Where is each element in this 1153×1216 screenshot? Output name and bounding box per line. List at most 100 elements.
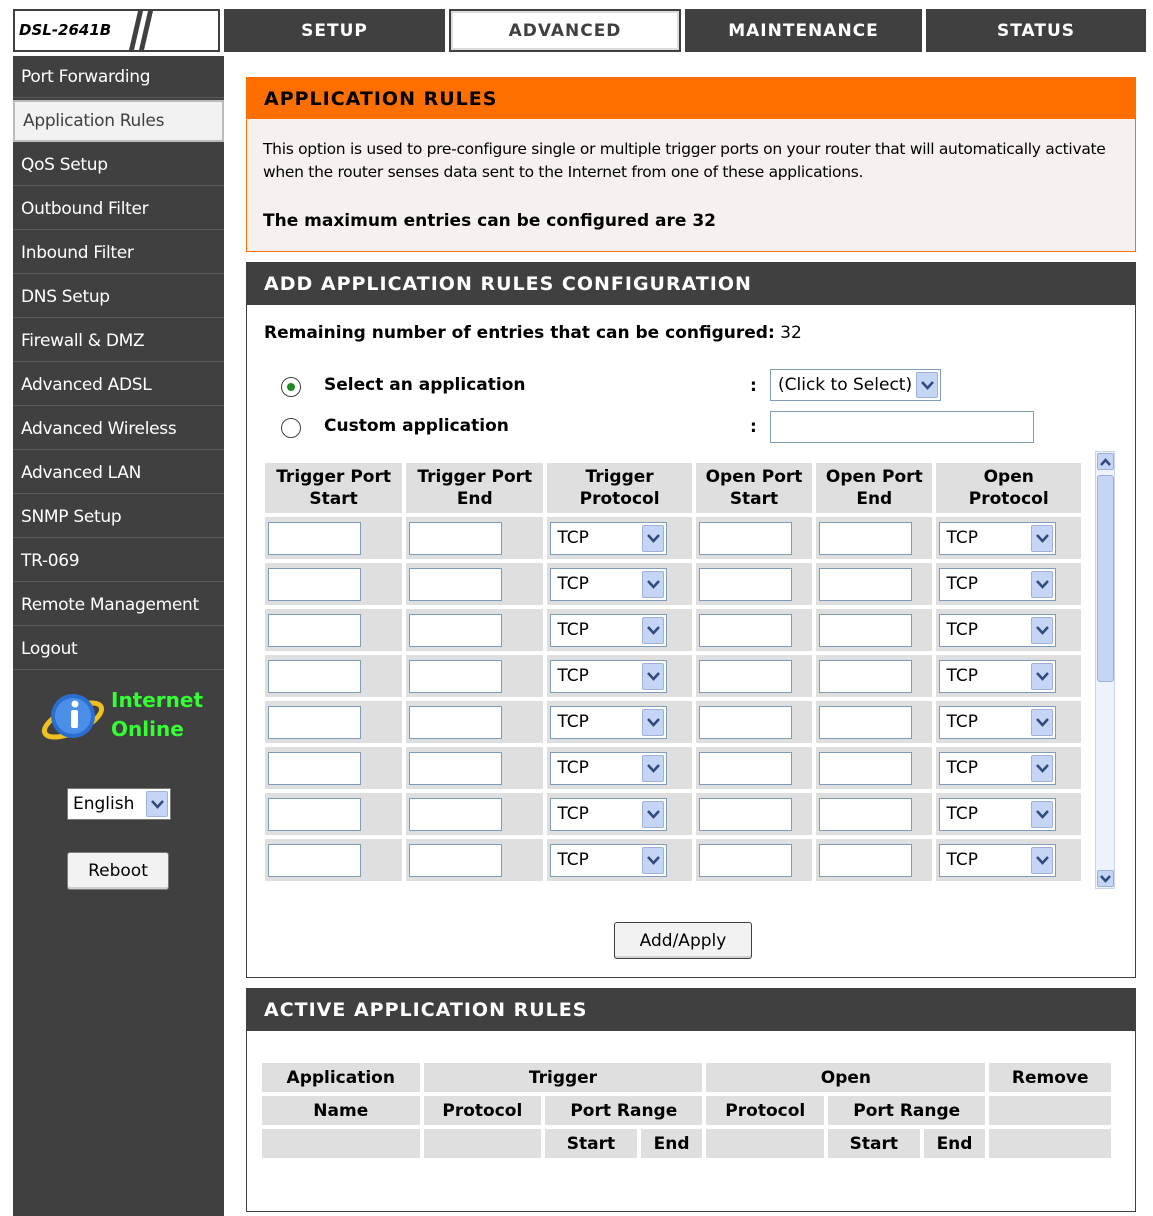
sidebar-item-advanced-lan[interactable]: Advanced LAN <box>13 452 224 494</box>
table-cell <box>265 793 403 835</box>
chevron-down-icon <box>1031 846 1054 874</box>
open-protocol-select[interactable]: TCP <box>939 797 1057 831</box>
scroll-down-icon[interactable] <box>1097 870 1114 887</box>
table-cell: TCP <box>547 701 692 743</box>
scroll-up-icon[interactable] <box>1097 453 1114 470</box>
trigger-protocol-select[interactable]: TCP <box>550 705 668 739</box>
sidebar-item-remote-management[interactable]: Remote Management <box>13 584 224 626</box>
open-port-end-input[interactable] <box>819 705 913 739</box>
table-cell <box>406 517 544 559</box>
table-cell: TCP <box>936 609 1081 651</box>
application-select[interactable]: (Click to Select) <box>770 369 941 401</box>
sidebar-item-inbound-filter[interactable]: Inbound Filter <box>13 232 224 274</box>
trigger-port-end-input[interactable] <box>409 797 503 831</box>
trigger-protocol-select[interactable]: TCP <box>550 751 668 785</box>
protocol-value: TCP <box>946 850 978 870</box>
internet-label: Internet <box>111 688 204 712</box>
open-port-end-input[interactable] <box>819 843 913 877</box>
trigger-protocol-select[interactable]: TCP <box>550 843 668 877</box>
trigger-port-end-input[interactable] <box>409 751 503 785</box>
trigger-protocol-select[interactable]: TCP <box>550 567 668 601</box>
trigger-port-end-input[interactable] <box>409 613 503 647</box>
add-apply-button[interactable]: Add/Apply <box>614 922 752 959</box>
table-cell: TCP <box>547 655 692 697</box>
header-line: Trigger Port <box>417 467 533 487</box>
sidebar-item-port-forwarding[interactable]: Port Forwarding <box>13 56 224 98</box>
trigger-port-start-input[interactable] <box>268 567 361 601</box>
open-port-end-input[interactable] <box>819 659 913 693</box>
sidebar-item-application-rules[interactable]: Application Rules <box>13 100 224 142</box>
trigger-port-start-input[interactable] <box>268 613 361 647</box>
sidebar-item-snmp-setup[interactable]: SNMP Setup <box>13 496 224 538</box>
trigger-port-start-input[interactable] <box>268 659 361 693</box>
open-protocol-select[interactable]: TCP <box>939 705 1057 739</box>
trigger-port-end-input[interactable] <box>409 659 503 693</box>
trigger-port-end-input[interactable] <box>409 705 503 739</box>
custom-application-label: Custom application <box>324 416 509 436</box>
open-port-start-input[interactable] <box>698 843 792 877</box>
table-cell <box>695 839 813 881</box>
open-port-end-input[interactable] <box>819 521 913 555</box>
trigger-port-end-input[interactable] <box>409 521 503 555</box>
trigger-protocol-select[interactable]: TCP <box>550 659 668 693</box>
reboot-button[interactable]: Reboot <box>67 852 169 890</box>
tab-setup[interactable]: SETUP <box>224 9 445 52</box>
open-protocol-select[interactable]: TCP <box>939 843 1057 877</box>
trigger-port-end-input[interactable] <box>409 567 503 601</box>
open-port-start-input[interactable] <box>698 567 792 601</box>
protocol-value: TCP <box>557 574 589 594</box>
custom-application-radio[interactable] <box>281 418 301 438</box>
custom-application-input[interactable] <box>770 411 1034 443</box>
tab-status[interactable]: STATUS <box>926 9 1146 52</box>
open-port-end-input[interactable] <box>819 567 913 601</box>
trigger-protocol-select[interactable]: TCP <box>550 797 668 831</box>
open-port-start-input[interactable] <box>698 705 792 739</box>
open-port-end-input[interactable] <box>819 751 913 785</box>
trigger-port-start-input[interactable] <box>268 843 361 877</box>
header-line: Open Port <box>825 467 923 487</box>
open-port-start-input[interactable] <box>698 613 792 647</box>
chevron-down-icon <box>642 662 665 690</box>
open-port-start-input[interactable] <box>698 521 792 555</box>
trigger-port-end-input[interactable] <box>409 843 503 877</box>
open-protocol-select[interactable]: TCP <box>939 659 1057 693</box>
open-protocol-select[interactable]: TCP <box>939 613 1057 647</box>
sidebar-item-qos-setup[interactable]: QoS Setup <box>13 144 224 186</box>
language-select[interactable]: English <box>67 788 171 820</box>
trigger-port-start-input[interactable] <box>268 521 361 555</box>
trigger-protocol-select[interactable]: TCP <box>550 521 668 555</box>
sidebar-item-advanced-wireless[interactable]: Advanced Wireless <box>13 408 224 450</box>
open-port-end-input[interactable] <box>819 613 913 647</box>
chevron-down-icon <box>1031 800 1054 828</box>
table-cell: TCP <box>936 701 1081 743</box>
trigger-port-start-input[interactable] <box>268 705 361 739</box>
open-protocol-select[interactable]: TCP <box>939 567 1057 601</box>
trigger-port-start-input[interactable] <box>268 797 361 831</box>
trigger-port-start-input[interactable] <box>268 751 361 785</box>
header-trigger-port-end: Trigger Port End <box>406 463 544 513</box>
open-port-start-input[interactable] <box>698 751 792 785</box>
tab-maintenance[interactable]: MAINTENANCE <box>685 9 922 52</box>
header-remove: Remove <box>989 1063 1111 1092</box>
sidebar-item-dns-setup[interactable]: DNS Setup <box>13 276 224 318</box>
sidebar-item-logout[interactable]: Logout <box>13 628 224 670</box>
table-cell <box>406 793 544 835</box>
select-application-radio[interactable] <box>281 377 301 397</box>
sidebar-item-outbound-filter[interactable]: Outbound Filter <box>13 188 224 230</box>
colon: : <box>750 376 757 396</box>
scroll-thumb[interactable] <box>1097 475 1114 682</box>
tab-advanced[interactable]: ADVANCED <box>449 9 681 52</box>
trigger-protocol-select[interactable]: TCP <box>550 613 668 647</box>
open-port-start-input[interactable] <box>698 659 792 693</box>
open-port-end-input[interactable] <box>819 797 913 831</box>
open-protocol-select[interactable]: TCP <box>939 521 1057 555</box>
sidebar-item-tr-069[interactable]: TR-069 <box>13 540 224 582</box>
open-protocol-select[interactable]: TCP <box>939 751 1057 785</box>
sidebar-item-advanced-adsl[interactable]: Advanced ADSL <box>13 364 224 406</box>
table-scrollbar[interactable] <box>1095 451 1115 889</box>
table-cell <box>695 563 813 605</box>
table-cell: TCP <box>547 609 692 651</box>
sidebar-nav: Port Forwarding Application Rules QoS Setu… <box>13 56 224 670</box>
open-port-start-input[interactable] <box>698 797 792 831</box>
sidebar-item-firewall-dmz[interactable]: Firewall & DMZ <box>13 320 224 362</box>
